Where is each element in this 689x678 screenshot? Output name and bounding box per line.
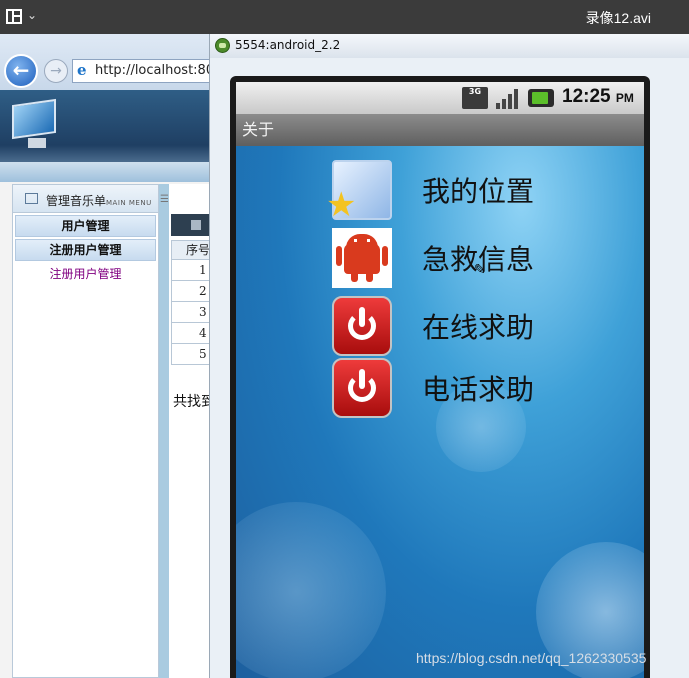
android-icon bbox=[332, 228, 392, 288]
splitter-bar[interactable] bbox=[159, 184, 169, 678]
menu-item-user-management[interactable]: 用户管理 bbox=[15, 215, 156, 237]
grip-icon[interactable]: ☰ bbox=[160, 194, 169, 205]
banner-stripe bbox=[0, 162, 215, 182]
menu-item-phone-help[interactable]: 电话求助 bbox=[332, 354, 632, 418]
location-folder-icon: ★ bbox=[326, 160, 392, 222]
device-screen: 3G 12:25 PM 关于 ★ 我的位置 急救信息 在线求助 电话求助 ✎ bbox=[236, 82, 644, 678]
monitor-icon bbox=[12, 98, 62, 154]
power-icon bbox=[332, 358, 392, 418]
site-banner bbox=[0, 90, 215, 182]
menu-item-label: 电话求助 bbox=[422, 373, 535, 406]
emulator-window: 5554:android_2.2 3G 12:25 PM 关于 ★ 我的位置 急… bbox=[209, 34, 689, 678]
play-icon bbox=[191, 220, 201, 230]
power-icon bbox=[332, 296, 392, 356]
main-menu-panel: 管理音乐单MAIN MENU 用户管理 注册用户管理 注册用户管理 bbox=[12, 184, 159, 678]
watermark: https://blog.csdn.net/qq_1262330535 bbox=[416, 650, 647, 666]
back-button[interactable]: ← bbox=[4, 54, 38, 88]
menu-item-label: 在线求助 bbox=[422, 311, 535, 344]
status-time: 12:25 PM bbox=[562, 86, 634, 107]
android-status-bar: 3G 12:25 PM bbox=[236, 82, 644, 114]
signal-icon bbox=[494, 87, 520, 109]
emulator-title: 5554:android_2.2 bbox=[235, 38, 341, 52]
menu-item-online-help[interactable]: 在线求助 bbox=[332, 292, 632, 356]
player-title: 录像12.avi bbox=[585, 10, 651, 26]
menu-subtitle: MAIN MENU bbox=[106, 199, 152, 207]
layout-icon bbox=[6, 9, 22, 24]
address-bar[interactable]: e http://localhost:808 bbox=[72, 59, 215, 83]
url-text: http://localhost:808 bbox=[95, 63, 215, 78]
battery-icon bbox=[528, 89, 554, 107]
sub-link-registered-users[interactable]: 注册用户管理 bbox=[13, 265, 158, 282]
browser-nav-bar: ← → e http://localhost:808 bbox=[0, 34, 215, 90]
device-frame: 3G 12:25 PM 关于 ★ 我的位置 急救信息 在线求助 电话求助 ✎ bbox=[230, 76, 650, 678]
player-bar: ⌄ 录像12.avi bbox=[0, 0, 689, 34]
mouse-cursor-icon: ✎ bbox=[474, 262, 486, 278]
emulator-title-bar[interactable]: 5554:android_2.2 bbox=[210, 34, 689, 58]
menu-item-registered-users[interactable]: 注册用户管理 bbox=[15, 239, 156, 261]
ie-icon: e bbox=[77, 61, 87, 79]
menu-item-label: 我的位置 bbox=[422, 175, 535, 208]
menu-icon bbox=[25, 193, 38, 204]
browser-window: ← → e http://localhost:808 管理音乐单MAIN MEN… bbox=[0, 34, 215, 678]
menu-header: 管理音乐单MAIN MENU bbox=[13, 185, 158, 213]
menu-item-first-aid[interactable]: 急救信息 bbox=[332, 224, 632, 288]
android-emulator-icon bbox=[215, 38, 230, 53]
menu-item-my-location[interactable]: ★ 我的位置 bbox=[326, 156, 632, 222]
emulator-body: 3G 12:25 PM 关于 ★ 我的位置 急救信息 在线求助 电话求助 ✎ bbox=[210, 58, 689, 678]
forward-button[interactable]: → bbox=[44, 59, 68, 83]
app-menu-list: ★ 我的位置 急救信息 在线求助 电话求助 bbox=[236, 146, 644, 466]
chevron-down-icon: ⌄ bbox=[27, 8, 38, 22]
player-menu-button[interactable]: ⌄ bbox=[6, 7, 38, 27]
app-title-bar: 关于 bbox=[236, 114, 644, 146]
network-3g-icon: 3G bbox=[462, 87, 488, 109]
screenshot-root: ⌄ 录像12.avi ← → e http://localhost:808 管理… bbox=[0, 0, 689, 678]
menu-title: 管理音乐单MAIN MENU bbox=[46, 194, 152, 208]
